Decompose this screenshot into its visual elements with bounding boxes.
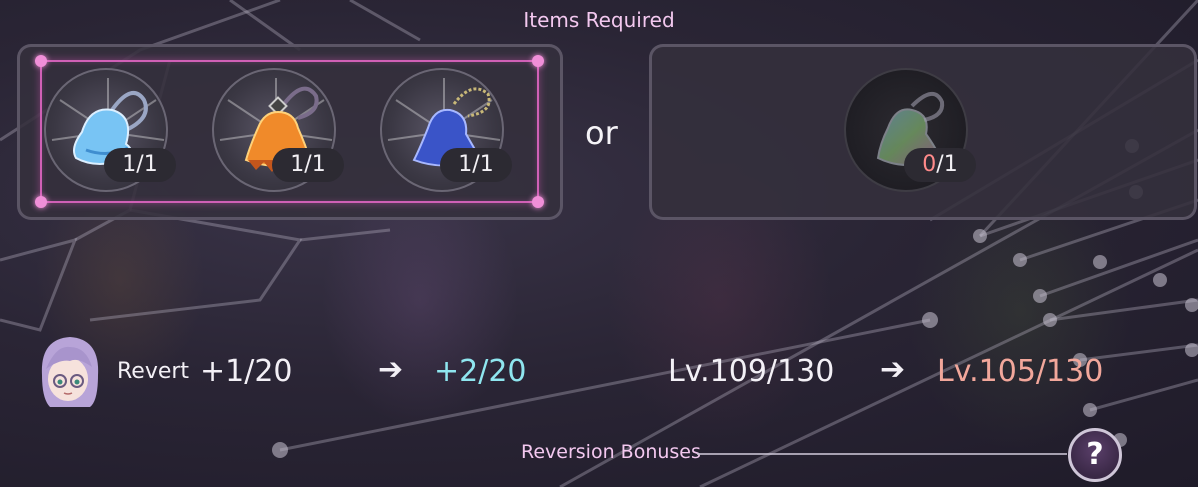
- arrow-right-icon: ➔: [880, 352, 906, 387]
- frame-corner: [35, 55, 47, 67]
- item-count: 1/1: [272, 148, 344, 182]
- reversion-bonuses-label: Reversion Bonuses: [521, 441, 701, 463]
- or-separator: or: [585, 114, 618, 152]
- divider: [697, 453, 1067, 455]
- item-count: 1/1: [440, 148, 512, 182]
- frame-corner: [35, 196, 47, 208]
- level-next: Lv.105/130: [937, 354, 1104, 389]
- arrow-right-icon: ➔: [378, 352, 404, 387]
- item-count: 1/1: [104, 148, 176, 182]
- revert-next: +2/20: [434, 354, 527, 389]
- revert-label: Revert: [117, 359, 190, 384]
- revert-current: +1/20: [200, 354, 293, 389]
- character-avatar: [41, 337, 99, 407]
- items-required-title: Items Required: [523, 8, 675, 32]
- help-button[interactable]: ?: [1068, 428, 1122, 482]
- frame-corner: [532, 55, 544, 67]
- frame-corner: [532, 196, 544, 208]
- item-count-insufficient: 0/1: [904, 148, 976, 182]
- level-current: Lv.109/130: [668, 354, 835, 389]
